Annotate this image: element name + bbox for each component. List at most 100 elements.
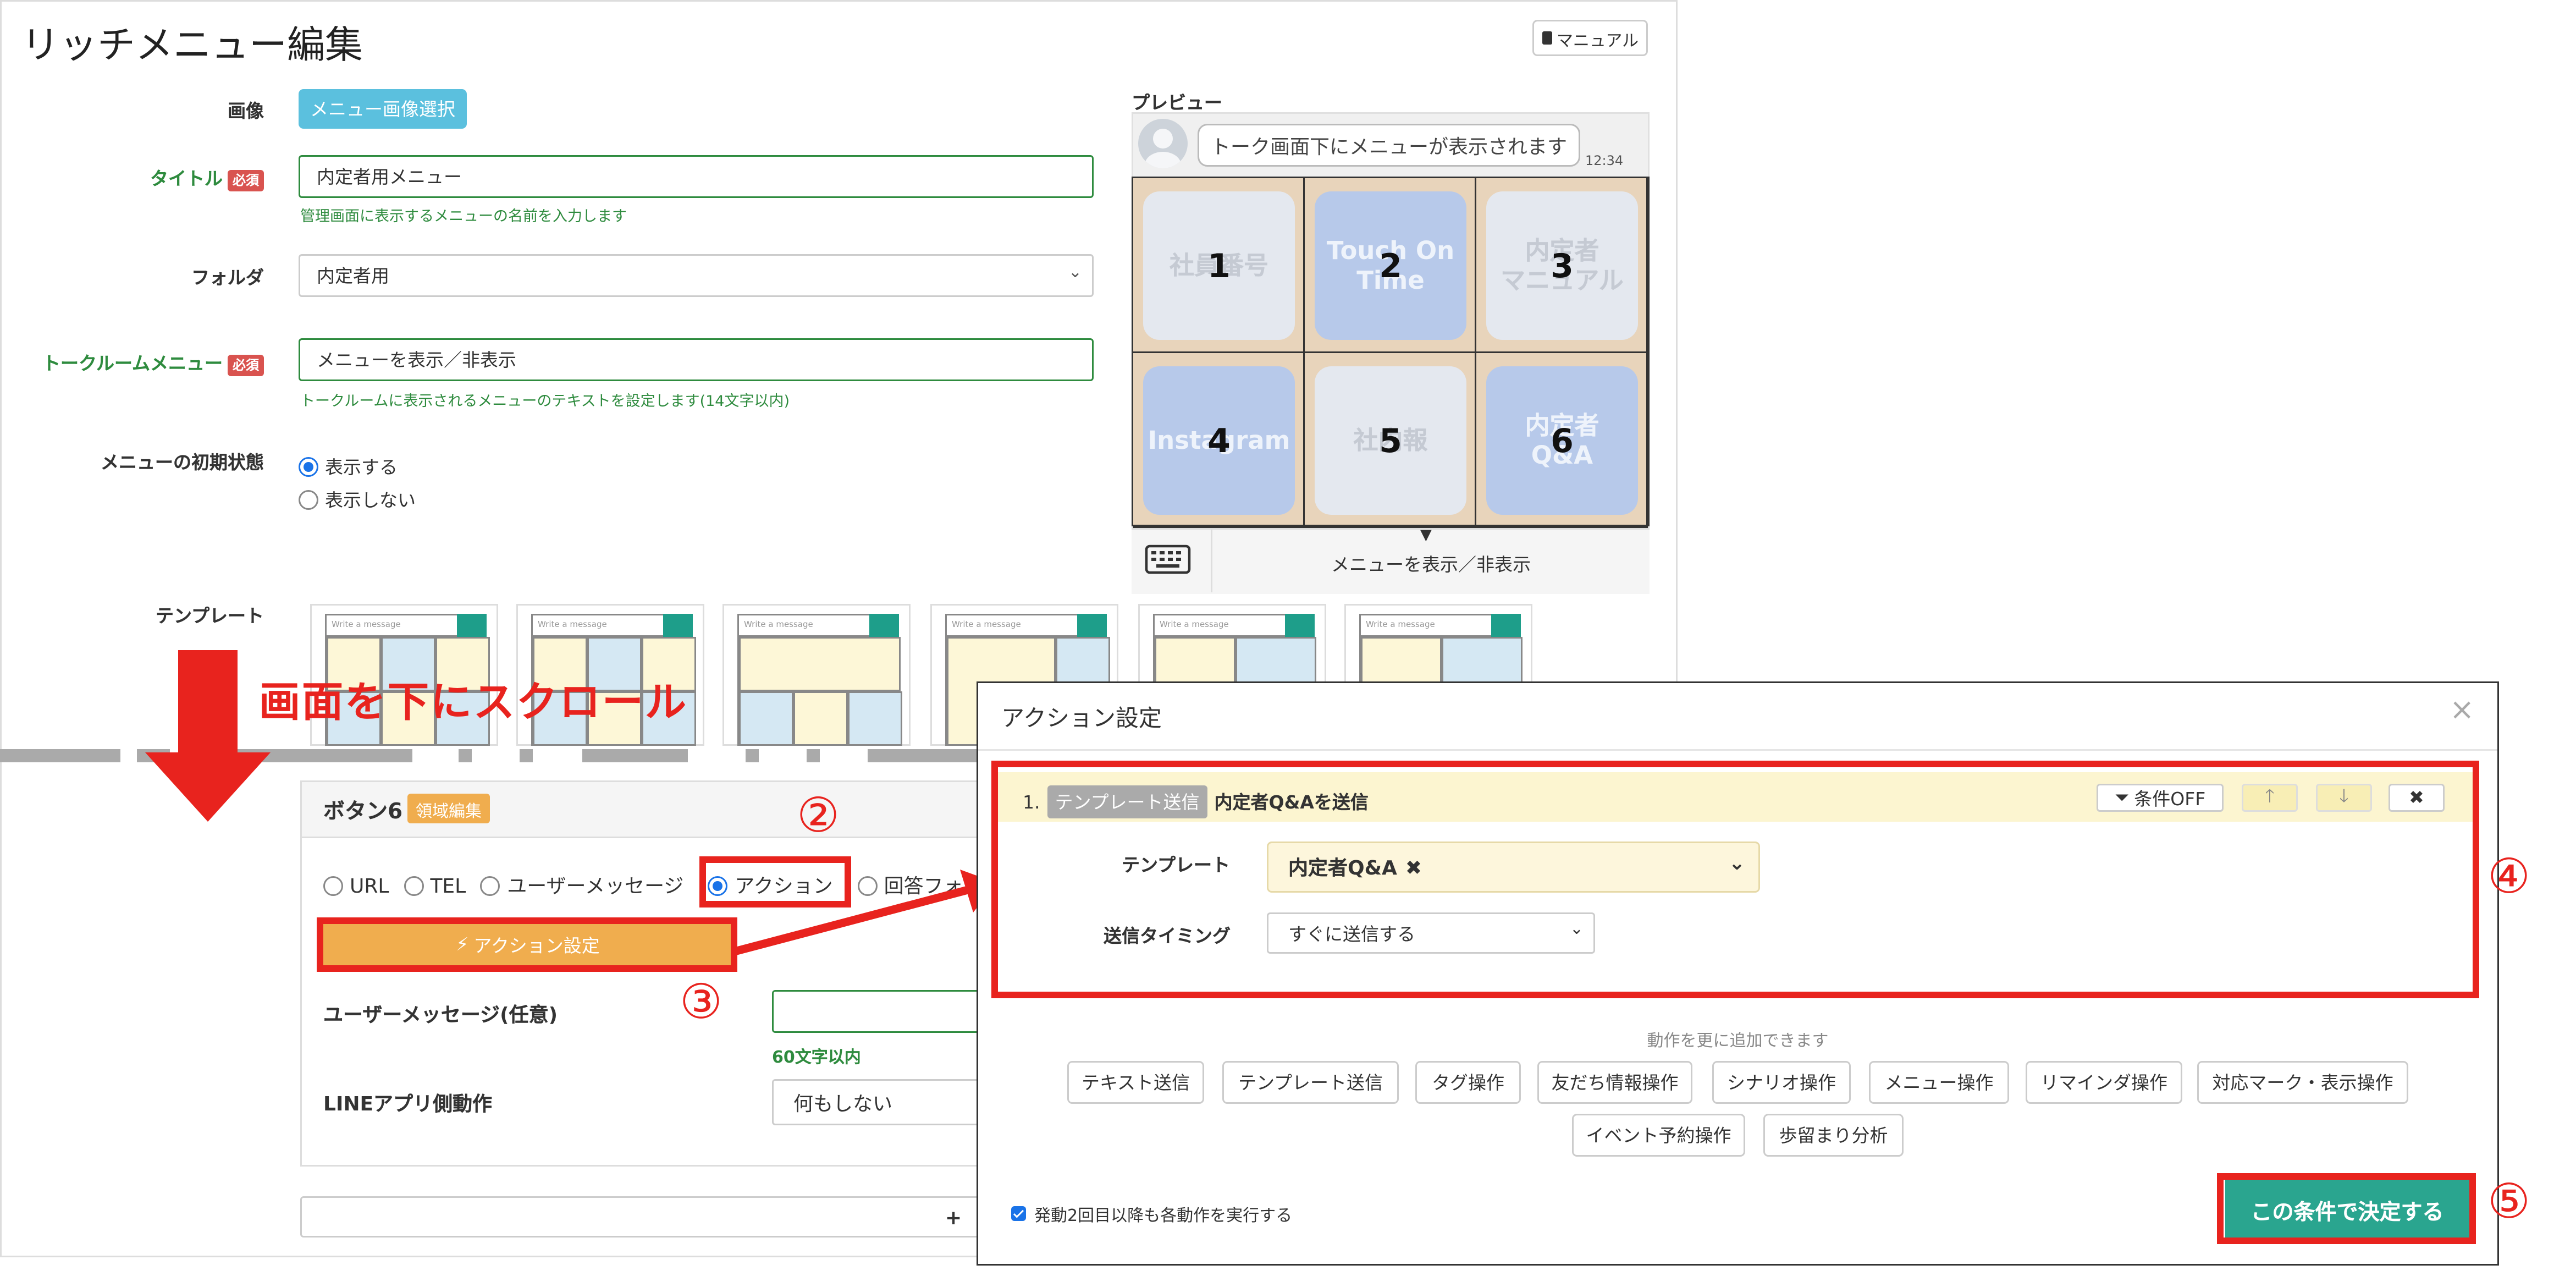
select-menu-image-button[interactable]: メニュー画像選択 — [299, 89, 467, 129]
line-action-label: LINEアプリ側動作 — [323, 1092, 493, 1115]
modal-title: アクション設定 — [1001, 706, 1162, 733]
button-title: ボタン6 — [323, 800, 403, 825]
folder-select-value: 内定者用 — [317, 266, 389, 287]
required-badge: 必須 — [228, 354, 264, 376]
add-more-hint: 動作を更に追加できます — [1647, 1033, 1829, 1051]
break-line — [746, 749, 759, 762]
radio-button[interactable] — [299, 489, 318, 509]
radio-button[interactable] — [404, 876, 424, 896]
rich-menu-cell-number: 4 — [1207, 421, 1231, 460]
title-input[interactable]: 内定者用メニュー — [299, 155, 1094, 198]
menu-toggle-text[interactable]: メニューを表示／非表示 — [1212, 551, 1650, 578]
add-action-button[interactable]: 対応マーク・表示操作 — [2197, 1061, 2408, 1104]
radio-tel[interactable]: TEL — [404, 873, 466, 898]
user-message-input[interactable] — [772, 990, 986, 1033]
break-line — [868, 749, 977, 762]
add-action-button[interactable]: シナリオ操作 — [1712, 1061, 1851, 1104]
line-action-select[interactable]: 何もしない — [772, 1079, 986, 1125]
rich-menu-cell-5[interactable]: 社内報 5 — [1305, 353, 1476, 528]
add-button[interactable]: + — [300, 1196, 993, 1238]
folder-select[interactable]: 内定者用 ⌄ — [299, 254, 1094, 297]
add-action-button[interactable]: タグ操作 — [1415, 1061, 1521, 1104]
step5-marker: ⑤ — [2487, 1173, 2530, 1229]
rich-menu-cell-6[interactable]: 内定者 Q&A 6 — [1476, 353, 1648, 528]
manual-button-label: マニュアル — [1556, 32, 1639, 51]
required-badge: 必須 — [228, 169, 264, 191]
break-line — [459, 749, 472, 762]
talkroom-menu-label: トークルームメニュー 必須 — [16, 350, 264, 376]
add-action-button[interactable]: 友だち情報操作 — [1537, 1061, 1692, 1104]
add-action-button[interactable]: メニュー操作 — [1869, 1061, 2009, 1104]
radio-label: ユーザーメッセージ — [507, 875, 684, 898]
radio-show-label: 表示する — [325, 456, 398, 478]
title-label: タイトル 必須 — [16, 165, 264, 191]
template-thumbnail-header: Write a message — [325, 614, 487, 637]
manual-button[interactable]: マニュアル — [1532, 20, 1648, 56]
area-edit-button[interactable]: 領域編集 — [407, 794, 490, 823]
radio-label: TEL — [430, 874, 466, 898]
checkbox-label: 発動2回目以降も各動作を実行する — [1034, 1208, 1293, 1226]
template-area — [739, 691, 793, 746]
preview-time: 12:34 — [1585, 153, 1624, 168]
break-line — [520, 749, 533, 762]
rich-menu-cell-2[interactable]: Touch On Time 2 — [1305, 178, 1476, 353]
highlight-step5 — [2217, 1173, 2476, 1244]
radio-url[interactable]: URL — [323, 873, 389, 898]
rich-menu-cell-4[interactable]: Instagram 4 — [1133, 353, 1305, 528]
rich-menu-cell-1[interactable]: 社員番号 1 — [1133, 178, 1305, 353]
step4-marker: ④ — [2487, 848, 2530, 904]
initial-state-label: メニューの初期状態 — [101, 452, 264, 474]
talkroom-menu-help: トークルームに表示されるメニューのテキストを設定します(14文字以内) — [300, 394, 790, 411]
user-message-label: ユーザーメッセージ(任意) — [323, 1003, 558, 1026]
close-icon[interactable]: × — [2450, 693, 2474, 728]
rich-menu-grid: 社員番号 1 Touch On Time 2 内定者 マニュアル 3 Instagram 4 社… — [1132, 177, 1650, 528]
step3-marker: ③ — [680, 974, 722, 1030]
template-label: テンプレート — [155, 606, 264, 627]
annotation-arrow-icon — [726, 866, 1006, 972]
add-action-button[interactable]: イベント予約操作 — [1572, 1114, 1745, 1157]
radio-label: URL — [350, 874, 389, 898]
repeat-actions-checkbox[interactable]: 発動2回目以降も各動作を実行する — [1011, 1201, 1292, 1226]
template-area — [739, 637, 901, 691]
scroll-down-arrow-icon — [145, 650, 271, 828]
image-label: 画像 — [228, 101, 264, 122]
radio-user-message[interactable]: ユーザーメッセージ — [481, 871, 683, 899]
template-thumbnail-body — [737, 637, 902, 746]
radio-show[interactable]: 表示する — [299, 449, 398, 480]
page-title: リッチメニュー編集 — [21, 25, 363, 68]
radio-button[interactable] — [481, 875, 501, 895]
radio-hide-label: 表示しない — [325, 489, 416, 511]
break-line — [0, 749, 120, 762]
rich-menu-cell-number: 5 — [1379, 421, 1402, 460]
scroll-annotation: 画面を下にスクロール — [259, 678, 688, 726]
radio-button[interactable] — [299, 456, 318, 476]
checkbox[interactable] — [1011, 1206, 1026, 1221]
break-line — [807, 749, 820, 762]
rich-menu-cell-3[interactable]: 内定者 マニュアル 3 — [1476, 178, 1648, 353]
template-thumbnail[interactable]: Write a message — [722, 604, 911, 746]
rich-menu-cell-number: 6 — [1551, 421, 1574, 460]
preview-message-bubble: トーク画面下にメニューが表示されます — [1198, 124, 1580, 167]
add-action-button[interactable]: テンプレート送信 — [1222, 1061, 1399, 1104]
talkroom-menu-input[interactable]: メニューを表示／非表示 — [299, 338, 1094, 381]
radio-hide[interactable]: 表示しない — [299, 482, 416, 513]
user-message-help: 60文字以内 — [772, 1049, 861, 1068]
template-area — [793, 691, 848, 746]
template-thumbnail-header: Write a message — [737, 614, 899, 637]
template-thumbnail-header: Write a message — [531, 614, 693, 637]
chevron-down-icon: ⌄ — [1068, 264, 1082, 282]
keyboard-icon[interactable] — [1145, 544, 1194, 574]
rich-menu-cell-number: 1 — [1207, 246, 1231, 285]
template-thumbnail-header: Write a message — [945, 614, 1107, 637]
caret-down-icon: ▼ — [1420, 528, 1432, 544]
add-action-button[interactable]: 歩留まり分析 — [1763, 1114, 1904, 1157]
add-action-button[interactable]: リマインダ操作 — [2026, 1061, 2182, 1104]
highlight-step3 — [317, 917, 737, 972]
add-action-button[interactable]: テキスト送信 — [1067, 1061, 1204, 1104]
template-area — [848, 691, 902, 746]
step2-marker: ② — [797, 787, 840, 843]
radio-button[interactable] — [323, 876, 343, 896]
preview-label: プレビュー — [1132, 92, 1222, 114]
book-icon — [1541, 31, 1552, 45]
template-thumbnail-header: Write a message — [1153, 614, 1315, 637]
